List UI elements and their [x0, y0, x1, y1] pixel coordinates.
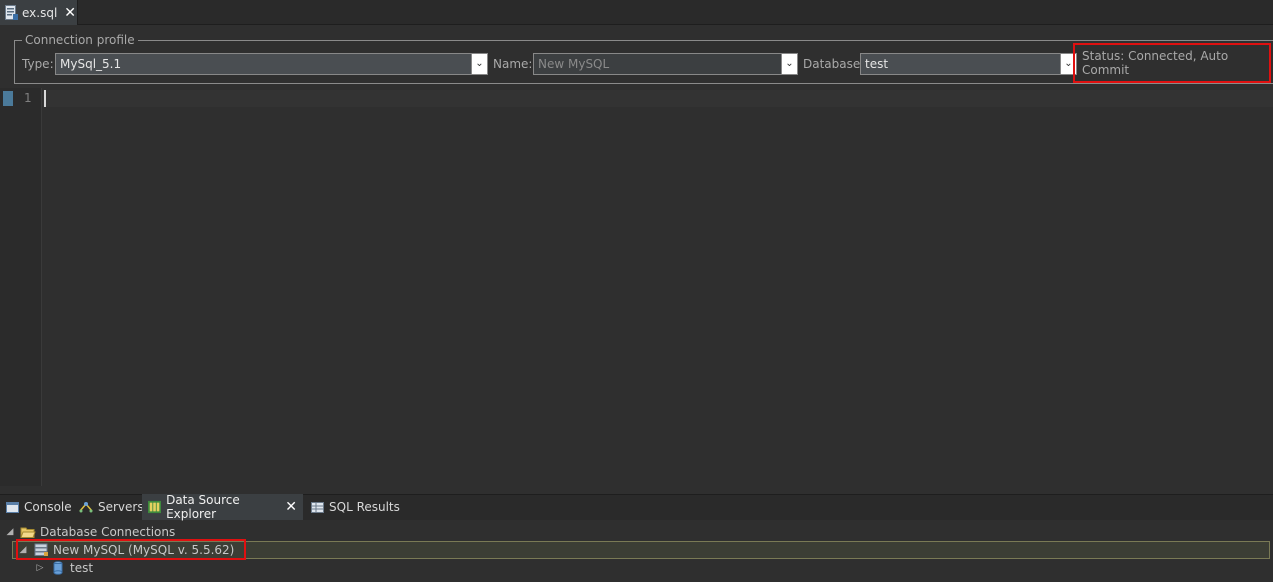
tab-console[interactable]: Console	[0, 494, 78, 520]
tree-node-test[interactable]: ▷ test	[34, 559, 94, 577]
current-line-highlight	[43, 90, 1273, 107]
chevron-down-icon[interactable]: ⌄	[781, 54, 797, 74]
database-label: Database:	[803, 57, 865, 71]
close-icon[interactable]: ✕	[64, 5, 76, 21]
folder-open-icon	[20, 527, 36, 538]
tab-data-source-explorer[interactable]: Data Source Explorer ✕	[142, 493, 303, 521]
console-icon	[6, 501, 19, 513]
tab-servers[interactable]: Servers	[73, 494, 150, 520]
editor-tab-ex-sql[interactable]: ex.sql ✕	[0, 0, 78, 25]
database-combo[interactable]: test ⌄	[860, 53, 1077, 75]
expand-open-icon[interactable]: ◢	[4, 527, 16, 537]
connection-highlight	[16, 539, 246, 560]
tab-label: Console	[24, 500, 72, 514]
sql-editor[interactable]	[43, 88, 1273, 486]
type-label: Type:	[22, 57, 54, 71]
data-source-explorer-icon	[148, 500, 162, 514]
chevron-down-icon[interactable]: ⌄	[471, 54, 487, 74]
sql-file-icon	[5, 5, 18, 20]
line-number-gutter	[0, 88, 42, 486]
database-value: test	[865, 57, 889, 71]
connection-profile-legend: Connection profile	[22, 33, 138, 47]
editor-tab-strip	[0, 0, 1273, 25]
tab-label: SQL Results	[329, 500, 400, 514]
sql-results-icon	[311, 501, 324, 513]
tree-node-label: Database Connections	[40, 525, 176, 539]
database-icon	[53, 561, 63, 575]
connection-status: Status: Connected, Auto Commit	[1073, 43, 1271, 83]
type-value: MySql_5.1	[60, 57, 122, 71]
name-label: Name:	[493, 57, 533, 71]
current-line-marker	[3, 91, 13, 106]
expand-closed-icon[interactable]: ▷	[34, 563, 46, 573]
tree-node-label: test	[70, 561, 94, 575]
name-combo[interactable]: New MySQL ⌄	[533, 53, 798, 75]
tab-label: Data Source Explorer	[166, 493, 240, 521]
line-number: 1	[24, 91, 32, 105]
name-value: New MySQL	[538, 57, 610, 71]
tab-sql-results[interactable]: SQL Results	[305, 494, 406, 520]
servers-icon	[79, 502, 93, 513]
editor-tab-label: ex.sql	[22, 5, 58, 20]
close-icon[interactable]: ✕	[285, 499, 297, 515]
status-text: Status: Connected, Auto Commit	[1082, 49, 1229, 77]
type-combo[interactable]: MySql_5.1 ⌄	[55, 53, 488, 75]
tab-label: Servers	[98, 500, 144, 514]
text-caret	[44, 90, 46, 107]
